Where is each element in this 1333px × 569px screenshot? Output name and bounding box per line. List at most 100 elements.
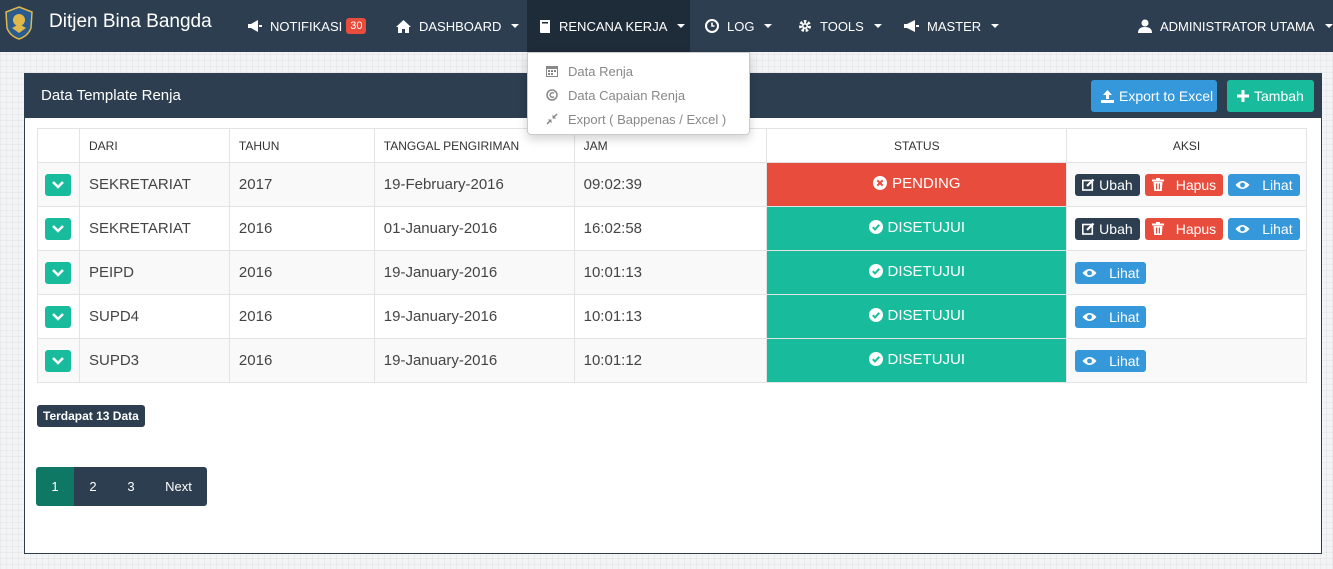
next-page-button[interactable]: Next [150,467,207,506]
nav-rencana-kerja-label: RENCANA KERJA [559,18,668,34]
nav-log[interactable]: LOG [693,0,784,52]
delete-label: Hapus [1175,220,1217,237]
menu-item-label: Data Renja [568,63,634,79]
edit-button[interactable]: Ubah [1075,173,1140,196]
garuda-logo-icon[interactable] [4,6,34,40]
status-cell: DISETUJUI [766,206,1068,251]
export-excel-button[interactable]: Export to Excel [1091,80,1217,112]
edit-button[interactable]: Ubah [1075,217,1140,240]
page-3-button[interactable]: 3 [112,467,150,506]
cell-tahun: 2016 [228,250,375,295]
data-count-label: Terdapat 13 Data [37,405,145,427]
status-cell: PENDING [766,162,1068,207]
status-badge: DISETUJUI [887,218,966,236]
actions-cell: Lihat [1066,250,1307,295]
add-button[interactable]: Tambah [1227,80,1314,112]
calendar-icon [546,66,558,77]
trash-icon [1151,222,1164,235]
toggle-cell [37,250,80,295]
view-button[interactable]: Lihat [1075,261,1147,284]
eye-icon [1235,224,1250,233]
brand-title[interactable]: Ditjen Bina Bangda [49,11,212,33]
clock-icon [705,19,719,33]
edit-icon [1082,222,1095,235]
navbar: Ditjen Bina Bangda NOTIFIKASI 30 DASHBOA… [0,0,1333,52]
view-button[interactable]: Lihat [1075,349,1147,372]
view-button[interactable]: Lihat [1228,217,1300,240]
check-circle-icon [868,220,883,235]
toggle-cell [37,294,80,339]
edit-icon [1082,178,1095,191]
expand-row-button[interactable] [45,261,71,284]
table-row: SUPD4 2016 19-January-2016 10:01:13 DISE… [37,294,1307,339]
status-cell: DISETUJUI [766,294,1068,339]
chevron-down-icon [52,180,64,189]
nav-master[interactable]: MASTER [892,0,1011,52]
toggle-cell [37,338,80,383]
nav-dashboard-label: DASHBOARD [419,18,502,34]
caret-down-icon [1324,24,1333,28]
status-cell: DISETUJUI [766,338,1068,383]
table-row: SEKRETARIAT 2016 01-January-2016 16:02:5… [37,206,1307,251]
caret-down-icon [677,24,686,28]
actions-cell: Ubah Hapus Lihat [1066,162,1307,207]
caret-down-icon [764,24,773,28]
menu-item-label: Data Capaian Renja [568,87,686,103]
view-button[interactable]: Lihat [1075,305,1147,328]
eye-icon [1082,268,1097,277]
check-circle-icon [868,308,883,323]
check-circle-icon [868,264,883,279]
nav-tools[interactable]: TOOLS [786,0,894,52]
view-label: Lihat [1109,352,1140,369]
actions-cell: Ubah Hapus Lihat [1066,206,1307,251]
table-row: PEIPD 2016 19-January-2016 10:01:13 DISE… [37,250,1307,295]
delete-button[interactable]: Hapus [1144,173,1224,196]
menu-item-label: Export ( Bappenas / Excel ) [568,111,727,127]
table-row: SUPD3 2016 19-January-2016 10:01:12 DISE… [37,338,1307,383]
cell-jam: 16:02:58 [573,206,768,251]
copyright-icon [546,89,558,101]
expand-row-button[interactable] [45,349,71,372]
cell-jam: 10:01:12 [573,338,768,383]
edit-label: Ubah [1099,220,1133,237]
page-2-button[interactable]: 2 [74,467,112,506]
expand-row-button[interactable] [45,217,71,240]
caret-down-icon [511,24,520,28]
menu-item-data-capaian-renja[interactable]: Data Capaian Renja [528,83,749,107]
edit-label: Ubah [1099,176,1133,193]
expand-row-button[interactable] [45,173,71,196]
view-label: Lihat [1109,264,1140,281]
bullhorn-icon [248,20,262,32]
nav-notifikasi[interactable]: NOTIFIKASI 30 [236,0,378,52]
nav-user-menu[interactable]: ADMINISTRATOR UTAMA [1126,0,1333,52]
panel-title: Data Template Renja [41,87,181,104]
toggle-cell [37,206,80,251]
book-icon [540,19,550,33]
caret-down-icon [873,24,882,28]
cell-tahun: 2016 [228,294,375,339]
compress-icon [546,113,558,125]
cell-jam: 10:01:13 [573,250,768,295]
cell-tanggal: 19-February-2016 [373,162,575,207]
actions-cell: Lihat [1066,338,1307,383]
page-1-button[interactable]: 1 [36,467,74,506]
bullhorn-icon [904,20,919,32]
nav-notifikasi-label: NOTIFIKASI [270,18,343,34]
expand-row-button[interactable] [45,305,71,328]
menu-item-data-renja[interactable]: Data Renja [528,59,749,83]
delete-button[interactable]: Hapus [1144,217,1224,240]
rencana-kerja-dropdown: Data Renja Data Capaian Renja Export ( B… [527,52,750,135]
cell-tanggal: 19-January-2016 [373,338,575,383]
home-icon [396,19,411,33]
chevron-down-icon [52,268,64,277]
menu-item-export-bappenas[interactable]: Export ( Bappenas / Excel ) [528,107,749,131]
view-button[interactable]: Lihat [1228,173,1300,196]
nav-tools-label: TOOLS [820,18,864,34]
nav-dashboard[interactable]: DASHBOARD [384,0,531,52]
column-header-dari: DARI [78,128,230,163]
cell-dari: PEIPD [78,250,230,295]
renja-table: DARI TAHUN TANGGAL PENGIRIMAN JAM STATUS… [37,128,1307,383]
view-label: Lihat [1262,220,1293,237]
actions-cell: Lihat [1066,294,1307,339]
nav-rencana-kerja[interactable]: RENCANA KERJA [527,0,690,52]
